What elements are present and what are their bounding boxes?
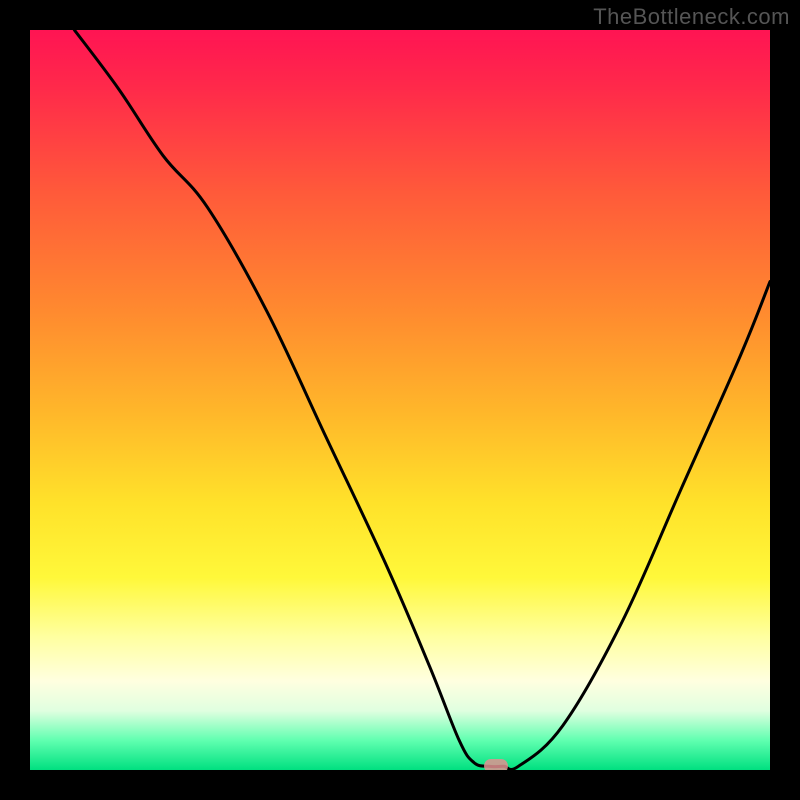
plot-area	[30, 30, 770, 770]
bottleneck-curve	[74, 30, 770, 770]
optimum-marker	[484, 759, 508, 770]
curve-svg	[30, 30, 770, 770]
watermark-text: TheBottleneck.com	[593, 4, 790, 30]
chart-frame: TheBottleneck.com	[0, 0, 800, 800]
